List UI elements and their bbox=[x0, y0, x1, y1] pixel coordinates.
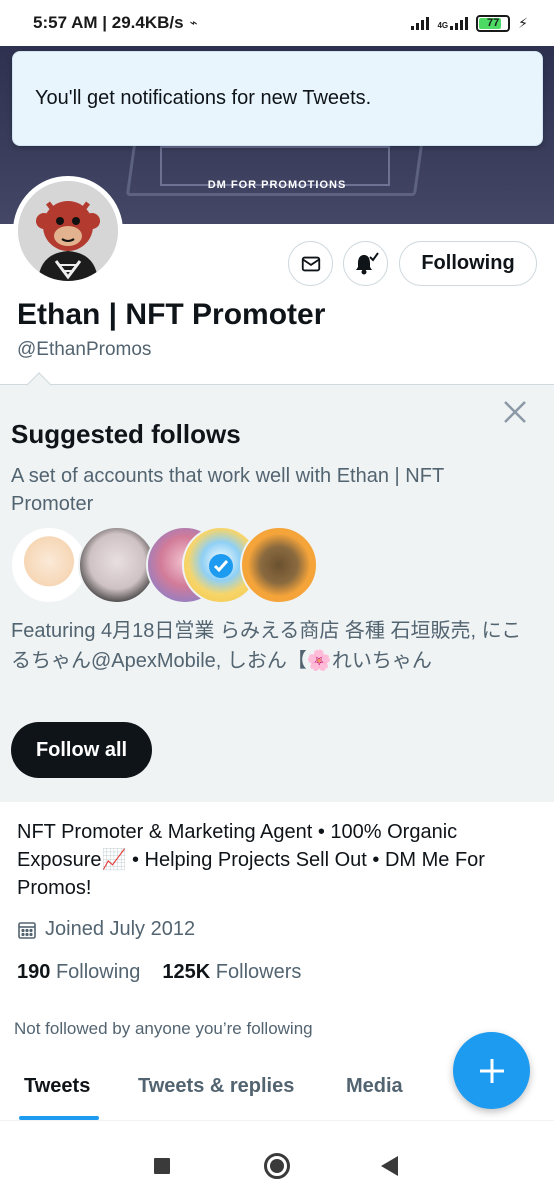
recents-icon[interactable] bbox=[154, 1158, 170, 1174]
notifications-button[interactable] bbox=[343, 241, 388, 286]
home-icon[interactable] bbox=[264, 1153, 290, 1179]
followers-count-link[interactable]: 125K Followers bbox=[162, 961, 301, 984]
suggested-featuring-text: Featuring 4月18日営業 らみえる商店 各種 石垣販売, にこるちゃん… bbox=[11, 620, 522, 672]
status-time-speed: 5:57 AM | 29.4KB/s ⌁ bbox=[33, 13, 197, 33]
signal-icon-2 bbox=[450, 16, 469, 30]
following-label: Following bbox=[55, 961, 141, 983]
system-nav-bar bbox=[0, 1130, 554, 1200]
follow-counts: 190 Following 125K Followers bbox=[17, 961, 301, 984]
message-button[interactable] bbox=[288, 241, 333, 286]
close-icon bbox=[504, 401, 526, 423]
close-suggestions-button[interactable] bbox=[501, 398, 529, 426]
followers-count: 125K bbox=[162, 961, 211, 983]
toast-message: You'll get notifications for new Tweets. bbox=[35, 87, 372, 109]
mail-icon bbox=[301, 256, 320, 271]
tab-tweets[interactable]: Tweets bbox=[24, 1075, 90, 1098]
profile-bio: NFT Promoter & Marketing Agent • 100% Or… bbox=[17, 821, 485, 899]
following-count-link[interactable]: 190 Following bbox=[17, 961, 140, 984]
tab-tweets-replies[interactable]: Tweets & replies bbox=[138, 1075, 294, 1098]
battery-level: 77 bbox=[487, 16, 500, 29]
suggested-follows-description: A set of accounts that work well with Et… bbox=[11, 465, 444, 515]
following-count: 190 bbox=[17, 961, 51, 983]
charging-icon: ⚡ bbox=[518, 14, 528, 31]
suggested-avatars[interactable] bbox=[10, 526, 320, 604]
back-icon[interactable] bbox=[381, 1156, 398, 1176]
network-type: 4G bbox=[437, 21, 449, 30]
following-button[interactable]: Following bbox=[399, 241, 537, 286]
compose-tweet-button[interactable] bbox=[453, 1032, 530, 1109]
followers-label: Followers bbox=[215, 961, 302, 983]
suggested-avatar-5[interactable] bbox=[240, 526, 318, 604]
tab-media[interactable]: Media bbox=[346, 1075, 403, 1098]
bell-check-icon bbox=[355, 251, 379, 274]
notification-toast: You'll get notifications for new Tweets. bbox=[12, 51, 543, 146]
signal-icon bbox=[411, 16, 430, 30]
suggested-avatar-1[interactable] bbox=[10, 526, 88, 604]
profile-handle: @EthanPromos bbox=[17, 339, 152, 360]
profile-name: Ethan | NFT Promoter bbox=[17, 298, 326, 331]
avatar-image bbox=[18, 181, 118, 281]
status-bar: 5:57 AM | 29.4KB/s ⌁ 4G 77 ⚡ bbox=[0, 0, 554, 46]
follow-all-button[interactable]: Follow all bbox=[11, 722, 152, 778]
status-time-text: 5:57 AM | 29.4KB/s bbox=[33, 13, 184, 32]
battery-icon: 77 bbox=[476, 14, 511, 32]
suggested-avatar-2[interactable] bbox=[78, 526, 156, 604]
calendar-icon bbox=[18, 921, 36, 939]
active-tab-indicator bbox=[19, 1116, 99, 1120]
suggested-follows-title: Suggested follows bbox=[11, 419, 241, 449]
not-followed-text: Not followed by anyone you’re following bbox=[14, 1019, 313, 1038]
activity-icon: ⌁ bbox=[189, 15, 198, 30]
plus-icon bbox=[479, 1058, 504, 1083]
profile-avatar[interactable] bbox=[13, 176, 123, 286]
joined-text: Joined July 2012 bbox=[45, 918, 196, 940]
joined-date: Joined July 2012 bbox=[17, 918, 195, 941]
